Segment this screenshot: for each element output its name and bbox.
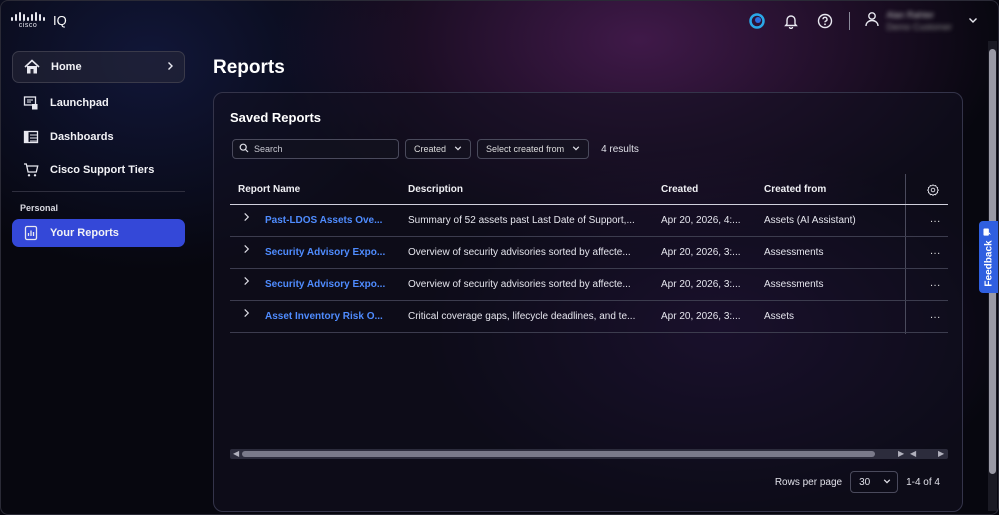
report-description: Overview of security advisories sorted b… <box>408 247 631 258</box>
chevron-right-icon[interactable] <box>242 212 251 225</box>
sidebar-item-cisco-support-tiers[interactable]: Cisco Support Tiers <box>12 154 185 186</box>
saved-reports-card: Saved Reports Created Select created fro… <box>213 92 963 512</box>
user-avatar-icon <box>864 11 880 32</box>
table-row[interactable]: Security Advisory Expo... Overview of se… <box>230 237 948 269</box>
reports-table: Report Name Description Created Created … <box>230 174 948 334</box>
app-window: cisco IQ Alan Rahter Demo Customer Home … <box>0 0 999 515</box>
feedback-button[interactable]: Feedback <box>979 221 998 293</box>
feedback-icon <box>983 227 995 236</box>
sidebar-divider <box>12 191 185 192</box>
chevron-down-icon <box>454 144 462 154</box>
report-created: Apr 20, 2026, 3:... <box>661 279 741 290</box>
column-header-description[interactable]: Description <box>408 184 463 195</box>
report-description: Overview of security advisories sorted b… <box>408 279 631 290</box>
product-name: IQ <box>53 13 67 28</box>
dropdown-label: Created <box>414 144 447 154</box>
cart-icon <box>22 161 40 179</box>
user-org: Demo Customer <box>886 22 952 32</box>
page-range: 1-4 of 4 <box>906 476 940 488</box>
chevron-down-icon <box>883 477 891 488</box>
help-icon[interactable] <box>815 11 835 31</box>
table-header: Report Name Description Created Created … <box>230 174 948 205</box>
report-icon <box>22 224 40 242</box>
chevron-down-icon <box>968 12 978 30</box>
card-title: Saved Reports <box>230 110 322 125</box>
home-icon <box>23 58 41 76</box>
results-count: 4 results <box>601 143 639 155</box>
rows-per-page-label: Rows per page <box>774 476 843 488</box>
created-from-filter-dropdown[interactable]: Select created from <box>477 139 590 159</box>
cisco-iq-logo[interactable]: cisco IQ <box>11 12 67 29</box>
chevron-down-icon <box>572 144 580 154</box>
search-input[interactable] <box>254 144 394 154</box>
feedback-label: Feedback <box>983 240 995 287</box>
sidebar-section-personal: Personal <box>20 203 59 213</box>
sidebar-item-label: Cisco Support Tiers <box>50 164 155 176</box>
sidebar-item-home[interactable]: Home <box>12 51 185 83</box>
row-actions-menu[interactable]: ... <box>930 309 941 321</box>
sidebar: Home Launchpad Dashboards Cisco Support … <box>1 41 197 511</box>
sidebar-item-label: Dashboards <box>50 131 114 143</box>
header-divider <box>849 12 851 30</box>
horizontal-scrollbar[interactable]: ◀ ▶ ◀ ▶ <box>230 449 948 459</box>
column-settings-gear-icon[interactable] <box>926 183 940 201</box>
sidebar-item-label: Home <box>51 61 82 73</box>
search-box <box>232 139 399 159</box>
sidebar-item-label: Your Reports <box>50 227 119 239</box>
rows-per-page-value: 30 <box>859 476 871 488</box>
table-row[interactable]: Asset Inventory Risk O... Critical cover… <box>230 301 948 333</box>
report-created: Apr 20, 2026, 3:... <box>661 247 741 258</box>
scroll-right-icon[interactable]: ▶ <box>898 449 904 459</box>
report-name-link[interactable]: Asset Inventory Risk O... <box>265 311 383 322</box>
scroll-left-icon[interactable]: ◀ <box>233 449 239 459</box>
column-header-created[interactable]: Created <box>661 184 698 195</box>
report-created: Apr 20, 2026, 4:... <box>661 215 741 226</box>
report-name-link[interactable]: Past-LDOS Assets Ove... <box>265 215 382 226</box>
row-actions-menu[interactable]: ... <box>930 277 941 289</box>
scroll-left-icon[interactable]: ◀ <box>910 449 916 459</box>
rows-per-page-select[interactable]: 30 <box>850 471 899 493</box>
ai-assistant-icon[interactable] <box>747 11 767 31</box>
chevron-right-icon[interactable] <box>242 244 251 257</box>
sidebar-item-launchpad[interactable]: Launchpad <box>12 87 185 119</box>
report-name-link[interactable]: Security Advisory Expo... <box>265 247 385 258</box>
user-name: Alan Rahter <box>886 10 934 20</box>
table-row[interactable]: Security Advisory Expo... Overview of se… <box>230 269 948 301</box>
notifications-bell-icon[interactable] <box>781 11 801 31</box>
report-created-from: Assets <box>764 311 795 322</box>
sidebar-item-label: Launchpad <box>50 97 109 109</box>
chevron-right-icon <box>165 61 175 74</box>
table-row[interactable]: Past-LDOS Assets Ove... Summary of 52 as… <box>230 205 948 237</box>
horizontal-scroll-thumb[interactable] <box>242 451 875 457</box>
row-actions-menu[interactable]: ... <box>930 245 941 257</box>
header-actions: Alan Rahter Demo Customer <box>747 9 978 33</box>
report-description: Critical coverage gaps, lifecycle deadli… <box>408 311 636 322</box>
chevron-right-icon[interactable] <box>242 308 251 321</box>
column-header-report-name[interactable]: Report Name <box>238 184 300 195</box>
sidebar-item-your-reports[interactable]: Your Reports <box>12 219 185 247</box>
launchpad-icon <box>22 94 40 112</box>
cisco-logo-icon: cisco <box>11 12 45 29</box>
dashboards-icon <box>22 128 40 146</box>
dropdown-label: Select created from <box>486 144 565 154</box>
created-filter-dropdown[interactable]: Created <box>405 139 472 159</box>
scroll-right-icon[interactable]: ▶ <box>938 449 944 459</box>
report-created: Apr 20, 2026, 3:... <box>661 311 741 322</box>
chevron-right-icon[interactable] <box>242 276 251 289</box>
report-created-from: Assessments <box>764 247 824 258</box>
report-created-from: Assessments <box>764 279 824 290</box>
column-header-created-from[interactable]: Created from <box>764 184 826 195</box>
report-description: Summary of 52 assets past Last Date of S… <box>408 215 635 226</box>
user-menu[interactable]: Alan Rahter Demo Customer <box>864 10 978 32</box>
row-actions-menu[interactable]: ... <box>930 213 941 225</box>
report-created-from: Assets (AI Assistant) <box>764 215 856 226</box>
sidebar-item-dashboards[interactable]: Dashboards <box>12 121 185 153</box>
search-icon <box>239 140 249 158</box>
filter-bar: Created Select created from 4 results <box>232 139 639 159</box>
page-title: Reports <box>213 57 285 78</box>
report-name-link[interactable]: Security Advisory Expo... <box>265 279 385 290</box>
pagination: Rows per page 30 1-4 of 4 <box>775 471 940 493</box>
